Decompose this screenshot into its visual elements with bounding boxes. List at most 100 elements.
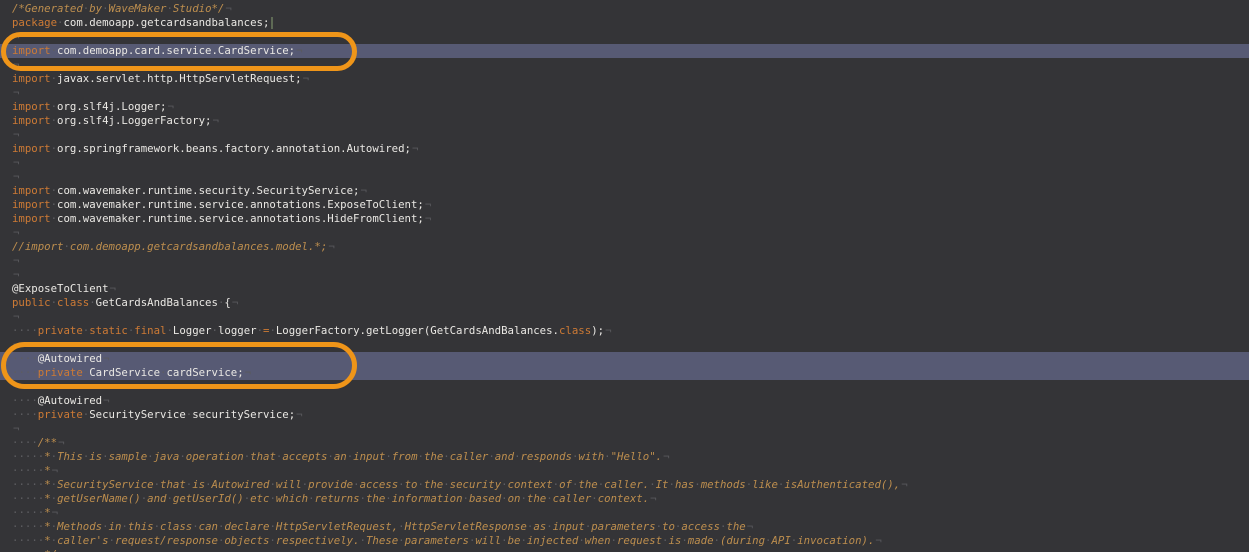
code-editor[interactable]: /*Generated·by·WaveMaker·Studio*/¬packag…	[0, 0, 1249, 552]
code-line[interactable]: ¬	[0, 380, 1249, 394]
code-token-comment: information	[392, 492, 463, 505]
code-line[interactable]: package·com.demoapp.getcardsandbalances;	[0, 16, 1249, 30]
code-token-kw: final	[134, 324, 166, 337]
code-token-comment: the	[424, 450, 443, 463]
code-token-comment: responds	[521, 450, 572, 463]
code-line-highlighted[interactable]: ····@Autowired¬	[0, 352, 1249, 366]
code-token-comment: parameters	[405, 534, 469, 547]
code-line[interactable]: import·com.wavemaker.runtime.service.ann…	[0, 198, 1249, 212]
code-token-plain: com.demoapp.card.service.CardService;	[57, 44, 295, 57]
code-token-comment: returns	[315, 492, 360, 505]
code-token-plain: @ExposeToClient	[12, 282, 109, 295]
code-token-comment: access	[681, 520, 720, 533]
code-token-plain: org.springframework.beans.factory.annota…	[57, 142, 411, 155]
eol-marker: ¬	[12, 338, 19, 351]
code-token-comment: of	[559, 478, 572, 491]
code-line[interactable]: import·javax.servlet.http.HttpServletReq…	[0, 72, 1249, 86]
code-line-highlighted[interactable]: import·com.demoapp.card.service.CardServ…	[0, 44, 1249, 58]
code-line[interactable]: ¬	[0, 422, 1249, 436]
code-line[interactable]: ¬	[0, 268, 1249, 282]
code-token-comment: with	[578, 450, 604, 463]
code-line[interactable]: import·com.wavemaker.runtime.security.Se…	[0, 184, 1249, 198]
code-line[interactable]: ¬	[0, 58, 1249, 72]
code-token-comment: can	[199, 520, 218, 533]
code-line[interactable]: ¬	[0, 156, 1249, 170]
code-line[interactable]: ····private·SecurityService·securityServ…	[0, 408, 1249, 422]
code-token-comment: Methods	[57, 520, 102, 533]
code-line[interactable]: /*Generated·by·WaveMaker·Studio*/¬	[0, 2, 1249, 16]
code-token-comment: caller	[450, 450, 489, 463]
code-line[interactable]: ¬	[0, 338, 1249, 352]
code-line[interactable]: ¬	[0, 254, 1249, 268]
code-token-plain: com.wavemaker.runtime.service.annotation…	[57, 198, 424, 211]
code-line[interactable]: ·····*¬	[0, 506, 1249, 520]
code-line[interactable]: ¬	[0, 86, 1249, 100]
code-line-highlighted[interactable]: ····private·CardService·cardService;¬	[0, 366, 1249, 380]
code-line[interactable]: ·····*·getUserName()·and·getUserId()·etc…	[0, 492, 1249, 506]
code-token-comment: Autowired	[212, 478, 270, 491]
code-line[interactable]: ····private·static·final·Logger·logger·=…	[0, 324, 1249, 338]
eol-marker: ¬	[662, 450, 669, 463]
code-token-comment: context	[508, 478, 553, 491]
code-token-comment: Studio*/	[173, 2, 224, 15]
code-token-comment: this	[128, 520, 154, 533]
code-token-plain: javax.servlet.http.HttpServletRequest;	[57, 72, 302, 85]
eol-marker: ¬	[424, 198, 431, 211]
code-line[interactable]: ····/**¬	[0, 436, 1249, 450]
code-line[interactable]: import·org.slf4j.Logger;¬	[0, 100, 1249, 114]
eol-marker: ¬	[604, 324, 611, 337]
code-line[interactable]: ·····*·Methods·in·this·class·can·declare…	[0, 520, 1249, 534]
code-token-comment: input	[353, 450, 385, 463]
code-token-comment: getUserId()	[173, 492, 244, 505]
code-token-plain: CardService	[89, 366, 160, 379]
code-token-comment: request/response	[115, 534, 218, 547]
code-line[interactable]: ¬	[0, 226, 1249, 240]
code-token-comment: the	[366, 492, 385, 505]
code-line[interactable]: ·····*·caller's·request/response·objects…	[0, 534, 1249, 548]
code-line[interactable]: ¬	[0, 30, 1249, 44]
eol-marker: ¬	[12, 58, 19, 71]
code-token-comment: which	[276, 492, 308, 505]
code-line[interactable]: @ExposeToClient¬	[0, 282, 1249, 296]
code-token-comment: respectively.	[276, 534, 360, 547]
eol-marker: ¬	[295, 44, 302, 57]
code-token-comment: *	[44, 464, 50, 477]
code-token-comment: provide	[308, 478, 353, 491]
code-line[interactable]: ¬	[0, 170, 1249, 184]
code-token-plain: logger	[218, 324, 257, 337]
code-line[interactable]: import·org.springframework.beans.factory…	[0, 142, 1249, 156]
code-token-plain: securityService;	[192, 408, 295, 421]
code-line[interactable]: //import·com.demoapp.getcardsandbalances…	[0, 240, 1249, 254]
code-line[interactable]: import·org.slf4j.LoggerFactory;¬	[0, 114, 1249, 128]
code-token-kw: class	[559, 324, 591, 337]
code-token-kw: import	[12, 100, 51, 113]
code-token-comment: is	[192, 478, 205, 491]
code-token-comment: */	[44, 548, 57, 552]
eol-marker: ¬	[109, 282, 116, 295]
code-line[interactable]: ·····*/¬	[0, 548, 1249, 552]
code-token-kw: import	[12, 72, 51, 85]
code-token-comment: declare	[224, 520, 269, 533]
code-line[interactable]: public·class·GetCardsAndBalances·{¬	[0, 296, 1249, 310]
code-token-kw: import	[12, 114, 51, 127]
eol-marker: ¬	[12, 380, 19, 393]
code-line[interactable]: ·····*¬	[0, 464, 1249, 478]
code-line[interactable]: ····@Autowired¬	[0, 394, 1249, 408]
code-token-comment: etc	[250, 492, 269, 505]
code-line[interactable]: import·com.wavemaker.runtime.service.ann…	[0, 212, 1249, 226]
eol-marker: ¬	[12, 128, 19, 141]
code-token-comment: the	[726, 520, 745, 533]
code-token-comment: an	[334, 450, 347, 463]
code-token-comment: is	[668, 534, 681, 547]
eol-marker: ¬	[57, 436, 64, 449]
code-line[interactable]: ¬	[0, 310, 1249, 324]
code-token-comment: and	[495, 450, 514, 463]
code-line[interactable]: ¬	[0, 128, 1249, 142]
code-line[interactable]: ·····*·SecurityService·that·is·Autowired…	[0, 478, 1249, 492]
code-token-comment: will	[475, 534, 501, 547]
code-token-kw: import	[12, 198, 51, 211]
text-caret	[271, 17, 273, 29]
code-token-comment: as	[533, 520, 546, 533]
code-token-comment: to	[405, 478, 418, 491]
code-line[interactable]: ·····*·This·is·sample·java·operation·tha…	[0, 450, 1249, 464]
